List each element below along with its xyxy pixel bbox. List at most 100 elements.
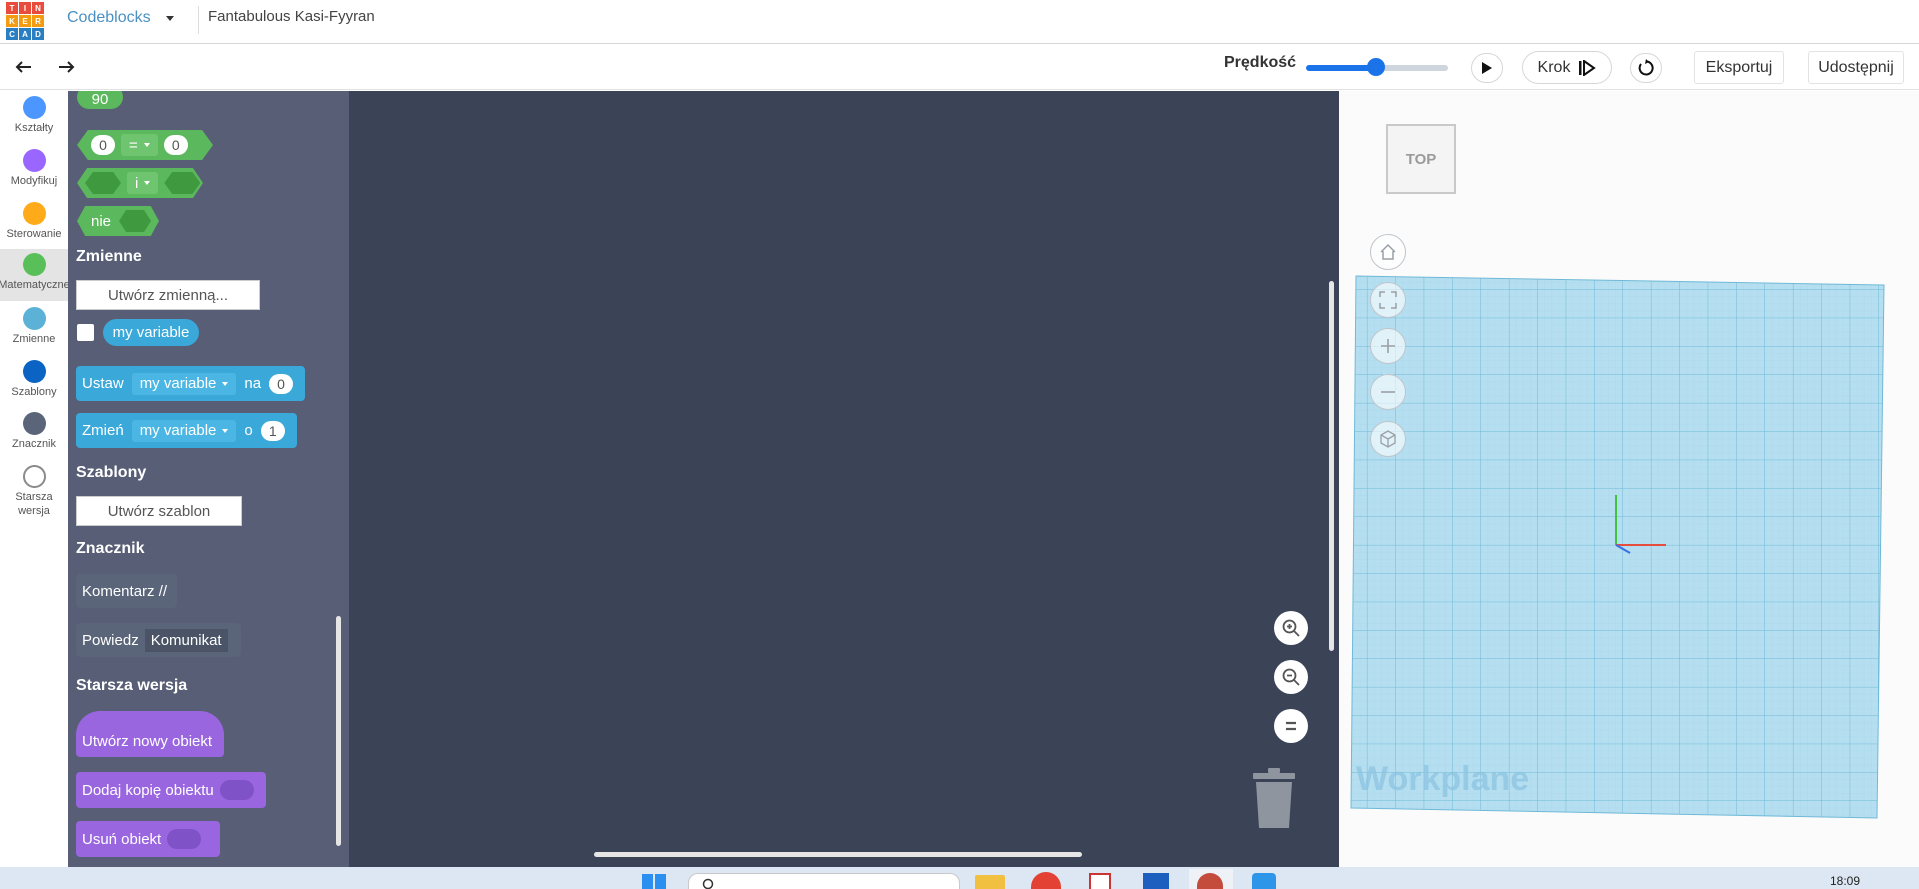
- reset-zoom-button[interactable]: [1274, 709, 1308, 743]
- category-variables[interactable]: Zmienne: [0, 303, 68, 355]
- taskbar-app-icon[interactable]: [1252, 873, 1276, 889]
- workspace-horizontal-scrollbar[interactable]: [594, 852, 1082, 857]
- create-variable-button[interactable]: Utwórz zmienną...: [76, 280, 260, 310]
- toolbar: Prędkość Krok Eksportuj Udostępnij: [0, 45, 1919, 90]
- block-palette: 90 0 = 0 i nie Zmienne Utwórz zmienną...…: [68, 91, 349, 867]
- logo-tile: E: [19, 15, 31, 27]
- reset-button[interactable]: [1630, 53, 1662, 83]
- variable-checkbox[interactable]: [77, 324, 94, 341]
- add-copy-block[interactable]: Dodaj kopię obiektu: [76, 772, 266, 808]
- os-taskbar: 18:09: [0, 867, 1919, 889]
- step-label: Krok: [1537, 58, 1571, 76]
- app-name-link[interactable]: Codeblocks: [67, 9, 151, 27]
- remove-object-block[interactable]: Usuń obiekt: [76, 821, 220, 857]
- zoom-in-button[interactable]: [1274, 611, 1308, 645]
- taskbar-app-icon[interactable]: [1143, 873, 1169, 889]
- category-legacy[interactable]: Starsza wersja: [0, 461, 68, 527]
- change-variable-dropdown[interactable]: my variable: [131, 419, 237, 442]
- workplane-grid[interactable]: [1339, 91, 1919, 867]
- windows-start-icon[interactable]: [641, 872, 667, 889]
- undo-button[interactable]: [10, 55, 36, 79]
- logic-block[interactable]: i: [77, 168, 203, 198]
- view-cube[interactable]: TOP: [1386, 124, 1456, 194]
- active-app-icon[interactable]: [1189, 869, 1233, 889]
- category-label: Modyfikuj: [10, 175, 58, 187]
- project-name[interactable]: Fantabulous Kasi-Fyyran: [208, 8, 375, 25]
- logic-operator-dropdown[interactable]: i: [127, 172, 159, 194]
- search-icon: [702, 878, 714, 889]
- category-control[interactable]: Sterowanie: [0, 198, 68, 250]
- set-variable-name: my variable: [139, 375, 217, 392]
- 3d-viewer[interactable]: TOP: [1339, 91, 1919, 867]
- workspace-vertical-scrollbar[interactable]: [1329, 281, 1334, 651]
- logo-tile: T: [6, 2, 18, 14]
- export-button[interactable]: Eksportuj: [1694, 51, 1784, 84]
- view-zoom-out-button[interactable]: [1370, 374, 1406, 410]
- file-explorer-icon[interactable]: [975, 875, 1005, 889]
- not-block[interactable]: nie: [77, 206, 159, 236]
- change-variable-block[interactable]: Zmień my variable o 1: [76, 413, 297, 448]
- create-template-button[interactable]: Utwórz szablon: [76, 496, 242, 526]
- logo-tile: R: [32, 15, 44, 27]
- variable-reporter-block[interactable]: my variable: [103, 319, 199, 346]
- trash-icon[interactable]: [1252, 768, 1296, 828]
- set-to-label: na: [244, 375, 262, 392]
- category-templates[interactable]: Szablony: [0, 356, 68, 408]
- cube-icon: [1380, 430, 1396, 448]
- remove-object-slot: [167, 829, 202, 849]
- tinkercad-logo[interactable]: TIN KER CAD: [6, 2, 44, 40]
- say-message-input[interactable]: Komunikat: [144, 628, 228, 652]
- logic-right-slot: [164, 172, 201, 194]
- set-value-input[interactable]: 0: [269, 373, 294, 394]
- compare-block[interactable]: 0 = 0: [77, 130, 213, 160]
- not-label: nie: [91, 212, 112, 230]
- say-label: Powiedz: [82, 631, 139, 649]
- compare-operator-dropdown[interactable]: =: [121, 134, 158, 156]
- fit-view-button[interactable]: [1370, 282, 1406, 318]
- palette-scrollbar[interactable]: [336, 616, 341, 846]
- home-icon: [1380, 243, 1396, 260]
- change-label: Zmień: [82, 422, 124, 439]
- number-block[interactable]: 90: [77, 91, 123, 109]
- speed-slider-handle[interactable]: [1367, 58, 1385, 76]
- compare-left-input[interactable]: 0: [91, 135, 115, 155]
- create-object-block[interactable]: Utwórz nowy obiekt: [76, 711, 224, 757]
- play-button[interactable]: [1471, 53, 1503, 83]
- step-button[interactable]: Krok: [1522, 51, 1612, 84]
- caret-down-icon: [222, 381, 229, 386]
- divider: [198, 6, 199, 34]
- comment-block[interactable]: Komentarz //: [76, 574, 177, 608]
- chrome-icon[interactable]: [1031, 872, 1061, 889]
- caret-down-icon: [222, 428, 229, 433]
- category-dot: [22, 96, 46, 119]
- category-label: Szablony: [11, 386, 57, 398]
- say-block[interactable]: Powiedz Komunikat: [76, 623, 241, 657]
- caret-down-icon: [144, 181, 151, 185]
- set-variable-dropdown[interactable]: my variable: [131, 372, 237, 395]
- redo-button[interactable]: [54, 55, 80, 79]
- share-button[interactable]: Udostępnij: [1808, 51, 1904, 84]
- zoom-out-button[interactable]: [1274, 660, 1308, 694]
- home-view-button[interactable]: [1370, 234, 1406, 270]
- category-marker[interactable]: Znacznik: [0, 408, 68, 460]
- category-dot: [22, 360, 46, 383]
- compare-right-input[interactable]: 0: [163, 135, 188, 155]
- change-value-input[interactable]: 1: [260, 420, 285, 441]
- projection-toggle-button[interactable]: [1370, 421, 1406, 457]
- category-modify[interactable]: Modyfikuj: [0, 145, 68, 197]
- section-title-variables: Zmienne: [76, 248, 142, 265]
- section-title-marker: Znacznik: [76, 540, 145, 557]
- category-math[interactable]: Matematyczne: [0, 249, 70, 301]
- category-dot: [22, 253, 46, 276]
- taskbar-app-icon[interactable]: [1089, 873, 1111, 889]
- category-shapes[interactable]: Kształty: [0, 92, 68, 144]
- zoom-out-icon: [1282, 668, 1300, 686]
- not-slot: [119, 210, 152, 232]
- taskbar-search-box[interactable]: [688, 873, 960, 889]
- view-zoom-in-button[interactable]: [1370, 328, 1406, 364]
- set-variable-block[interactable]: Ustaw my variable na 0: [76, 366, 305, 401]
- chevron-down-icon[interactable]: [166, 16, 174, 21]
- category-dot: [22, 202, 46, 225]
- code-workspace[interactable]: [349, 91, 1339, 867]
- redo-icon: [59, 61, 75, 73]
